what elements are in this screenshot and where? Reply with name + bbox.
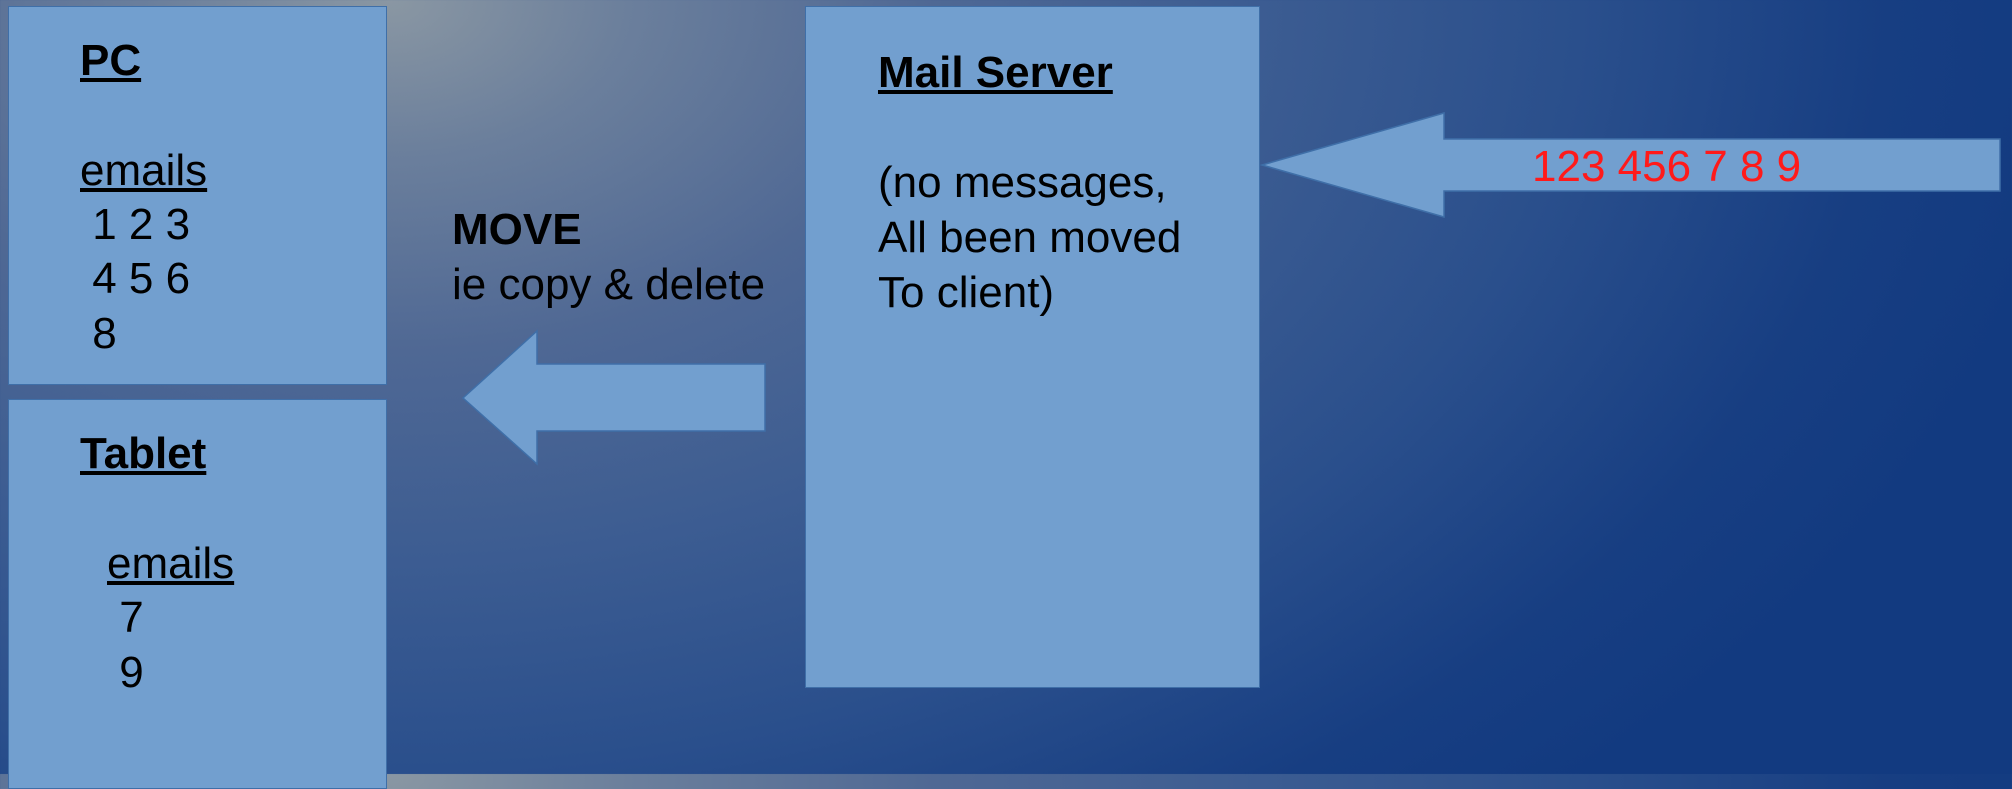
pc-title: PC <box>80 36 142 85</box>
incoming-messages-label: 123 456 7 8 9 <box>1532 142 1802 191</box>
mail-server-status-line: To client) <box>878 268 1055 317</box>
move-title: MOVE <box>452 205 582 254</box>
move-subtitle: ie copy & delete <box>452 260 766 309</box>
mail-server-status-line: (no messages, <box>878 158 1167 207</box>
tablet-email-line: 7 <box>107 593 144 642</box>
pc-email-line: 8 <box>80 309 117 358</box>
mail-server-title: Mail Server <box>878 48 1113 97</box>
move-arrow-left <box>461 329 766 466</box>
tablet-title: Tablet <box>80 429 207 478</box>
tablet-emails-label: emails <box>107 539 235 588</box>
tablet-email-line: 9 <box>107 648 144 697</box>
mail-server-box <box>805 6 1260 688</box>
mail-server-status-line: All been moved <box>878 213 1182 262</box>
pc-email-line: 4 5 6 <box>80 254 191 303</box>
pc-emails-label: emails <box>80 146 208 195</box>
pc-email-line: 1 2 3 <box>80 200 191 249</box>
